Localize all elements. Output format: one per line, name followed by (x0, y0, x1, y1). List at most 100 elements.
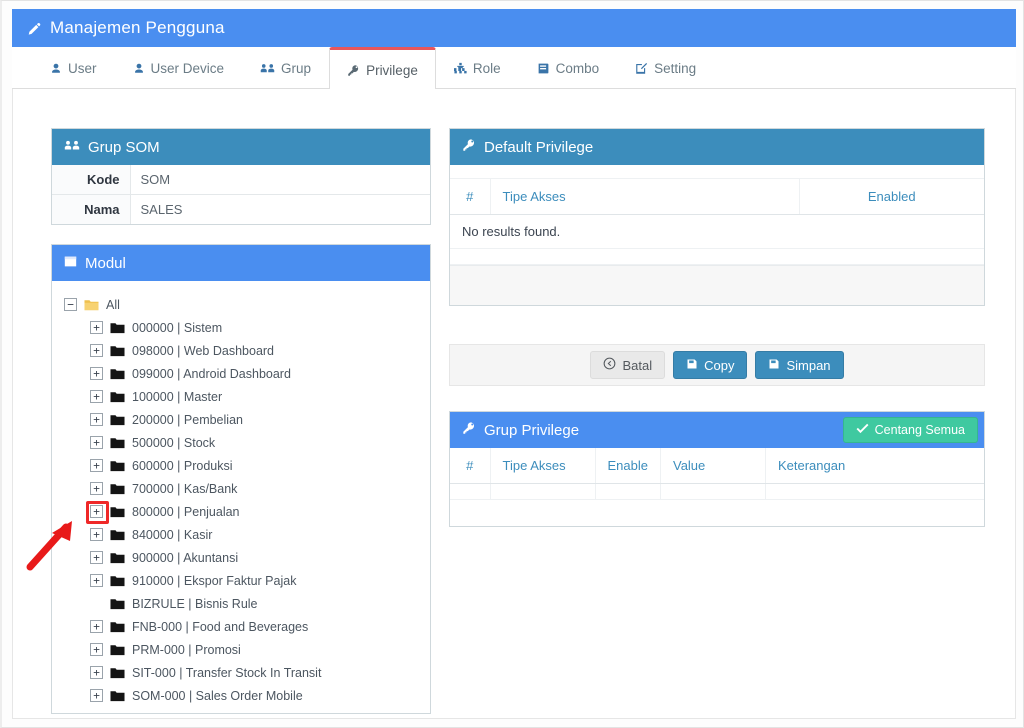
tree-node[interactable]: + FNB-000 | Food and Beverages (64, 615, 420, 638)
expand-icon[interactable]: + (90, 390, 103, 403)
expand-icon[interactable]: + (90, 689, 103, 702)
tree-node[interactable]: +000000 | Sistem (64, 316, 420, 339)
edit-square-icon (635, 62, 648, 75)
check-icon (856, 423, 869, 437)
no-results-text: No results found. (450, 214, 984, 249)
table-spacer-row (450, 248, 984, 265)
tree-node-label: 600000 | Produksi (132, 458, 233, 473)
save-icon (768, 358, 780, 373)
tree-node-label: 900000 | Akuntansi (132, 550, 239, 565)
expand-icon[interactable]: + (90, 666, 103, 679)
tab-label: Role (472, 61, 501, 76)
tree-node[interactable]: BIZRULE | Bisnis Rule (64, 592, 420, 615)
default-privilege-table: # Tipe Akses Enabled No results found. (450, 179, 984, 265)
back-arrow-icon (603, 357, 616, 373)
column-header-enabled[interactable]: Enabled (799, 179, 984, 215)
nama-value: SALES (130, 194, 430, 224)
tree-node[interactable]: +600000 | Produksi (64, 454, 420, 477)
batal-button[interactable]: Batal (590, 351, 666, 379)
page-title: Manajemen Pengguna (50, 18, 225, 37)
tree-node[interactable]: +800000 | Penjualan (64, 500, 420, 523)
expand-icon[interactable]: + (90, 643, 103, 656)
expand-icon[interactable]: + (90, 459, 103, 472)
expand-icon[interactable]: + (90, 574, 103, 587)
book-icon (537, 62, 550, 75)
button-label: Centang Semua (874, 423, 965, 437)
column-header-index[interactable]: # (450, 448, 491, 484)
expand-icon[interactable]: + (90, 528, 103, 541)
modul-panel: Modul − All +000000 | Sistem +098000 | Web … (51, 244, 431, 714)
tree-node-label: 700000 | Kas/Bank (132, 481, 238, 496)
grup-privilege-panel: Grup Privilege Centang Semua # Tipe Akse… (449, 411, 985, 527)
tree-node[interactable]: +500000 | Stock (64, 431, 420, 454)
modul-tree[interactable]: − All +000000 | Sistem +098000 | Web Dashbo… (52, 281, 430, 713)
copy-button[interactable]: Copy (673, 351, 748, 379)
folder-icon (110, 575, 125, 587)
folder-icon (110, 460, 125, 472)
tree-node[interactable]: +200000 | Pembelian (64, 408, 420, 431)
folder-icon (110, 552, 125, 564)
tree-node-label: SOM-000 | Sales Order Mobile (132, 688, 303, 703)
tree-node-label: 098000 | Web Dashboard (132, 343, 275, 358)
tree-node[interactable]: + PRM-000 | Promosi (64, 638, 420, 661)
tree-node[interactable]: +098000 | Web Dashboard (64, 339, 420, 362)
tree-node-label: 000000 | Sistem (132, 320, 223, 335)
centang-semua-button[interactable]: Centang Semua (842, 417, 978, 443)
column-header-keterangan[interactable]: Keterangan (765, 448, 984, 484)
tab-label: Privilege (366, 62, 418, 78)
tab-label: Grup (281, 61, 312, 76)
tree-node-label: BIZRULE | Bisnis Rule (132, 596, 258, 611)
table-toolbar-area (450, 165, 984, 179)
expand-icon[interactable]: + (90, 436, 103, 449)
expand-icon[interactable]: + (90, 505, 103, 518)
tree-node-label: All (106, 297, 120, 312)
tab-privilege[interactable]: Privilege (329, 47, 436, 90)
button-label: Copy (704, 357, 735, 373)
expand-icon[interactable]: + (90, 413, 103, 426)
sitemap-icon (453, 62, 467, 75)
tree-node-label: 800000 | Penjualan (132, 504, 240, 519)
tree-node[interactable]: +910000 | Ekspor Faktur Pajak (64, 569, 420, 592)
tree-node-label: 099000 | Android Dashboard (132, 366, 291, 381)
expand-icon[interactable]: + (90, 367, 103, 380)
table-header-row: # Tipe Akses Enabled (450, 179, 984, 215)
folder-icon (110, 391, 125, 403)
column-header-tipe-akses[interactable]: Tipe Akses (490, 448, 596, 484)
expand-icon[interactable]: + (90, 482, 103, 495)
column-header-enable[interactable]: Enable (595, 448, 661, 484)
tab-setting[interactable]: Setting (617, 47, 714, 89)
collapse-icon[interactable]: − (64, 298, 77, 311)
expand-icon[interactable]: + (90, 321, 103, 334)
tree-node-label: 840000 | Kasir (132, 527, 213, 542)
tab-grup[interactable]: Grup (242, 47, 329, 89)
tree-node[interactable]: − All (64, 293, 420, 316)
tree-node[interactable]: +840000 | Kasir (64, 523, 420, 546)
tab-user[interactable]: User (32, 47, 115, 89)
tree-node-label: 910000 | Ekspor Faktur Pajak (132, 573, 297, 588)
tab-role[interactable]: Role (436, 47, 519, 89)
grup-som-header: Grup SOM (52, 129, 430, 165)
simpan-button[interactable]: Simpan (755, 351, 844, 379)
key-icon (347, 64, 360, 77)
tree-node[interactable]: + SOM-000 | Sales Order Mobile (64, 684, 420, 707)
default-privilege-panel: Default Privilege # Tipe Akses Enabled N… (449, 128, 985, 306)
folder-icon (110, 529, 125, 541)
tree-node[interactable]: +099000 | Android Dashboard (64, 362, 420, 385)
pencil-icon (26, 22, 41, 37)
folder-icon (110, 322, 125, 334)
column-header-index[interactable]: # (450, 179, 491, 215)
grup-privilege-table: # Tipe Akses Enable Value Keterangan (450, 448, 984, 500)
tab-user-device[interactable]: User Device (115, 47, 243, 89)
tab-combo[interactable]: Combo (519, 47, 618, 89)
tree-node-label: 100000 | Master (132, 389, 223, 404)
tree-node[interactable]: +100000 | Master (64, 385, 420, 408)
column-header-tipe-akses[interactable]: Tipe Akses (490, 179, 800, 215)
tree-node[interactable]: +700000 | Kas/Bank (64, 477, 420, 500)
tree-node[interactable]: +900000 | Akuntansi (64, 546, 420, 569)
app-window: Manajemen Pengguna User User Device Grup… (0, 0, 1024, 728)
expand-icon[interactable]: + (90, 344, 103, 357)
expand-icon[interactable]: + (90, 551, 103, 564)
column-header-value[interactable]: Value (660, 448, 766, 484)
expand-icon[interactable]: + (90, 620, 103, 633)
tree-node[interactable]: + SIT-000 | Transfer Stock In Transit (64, 661, 420, 684)
